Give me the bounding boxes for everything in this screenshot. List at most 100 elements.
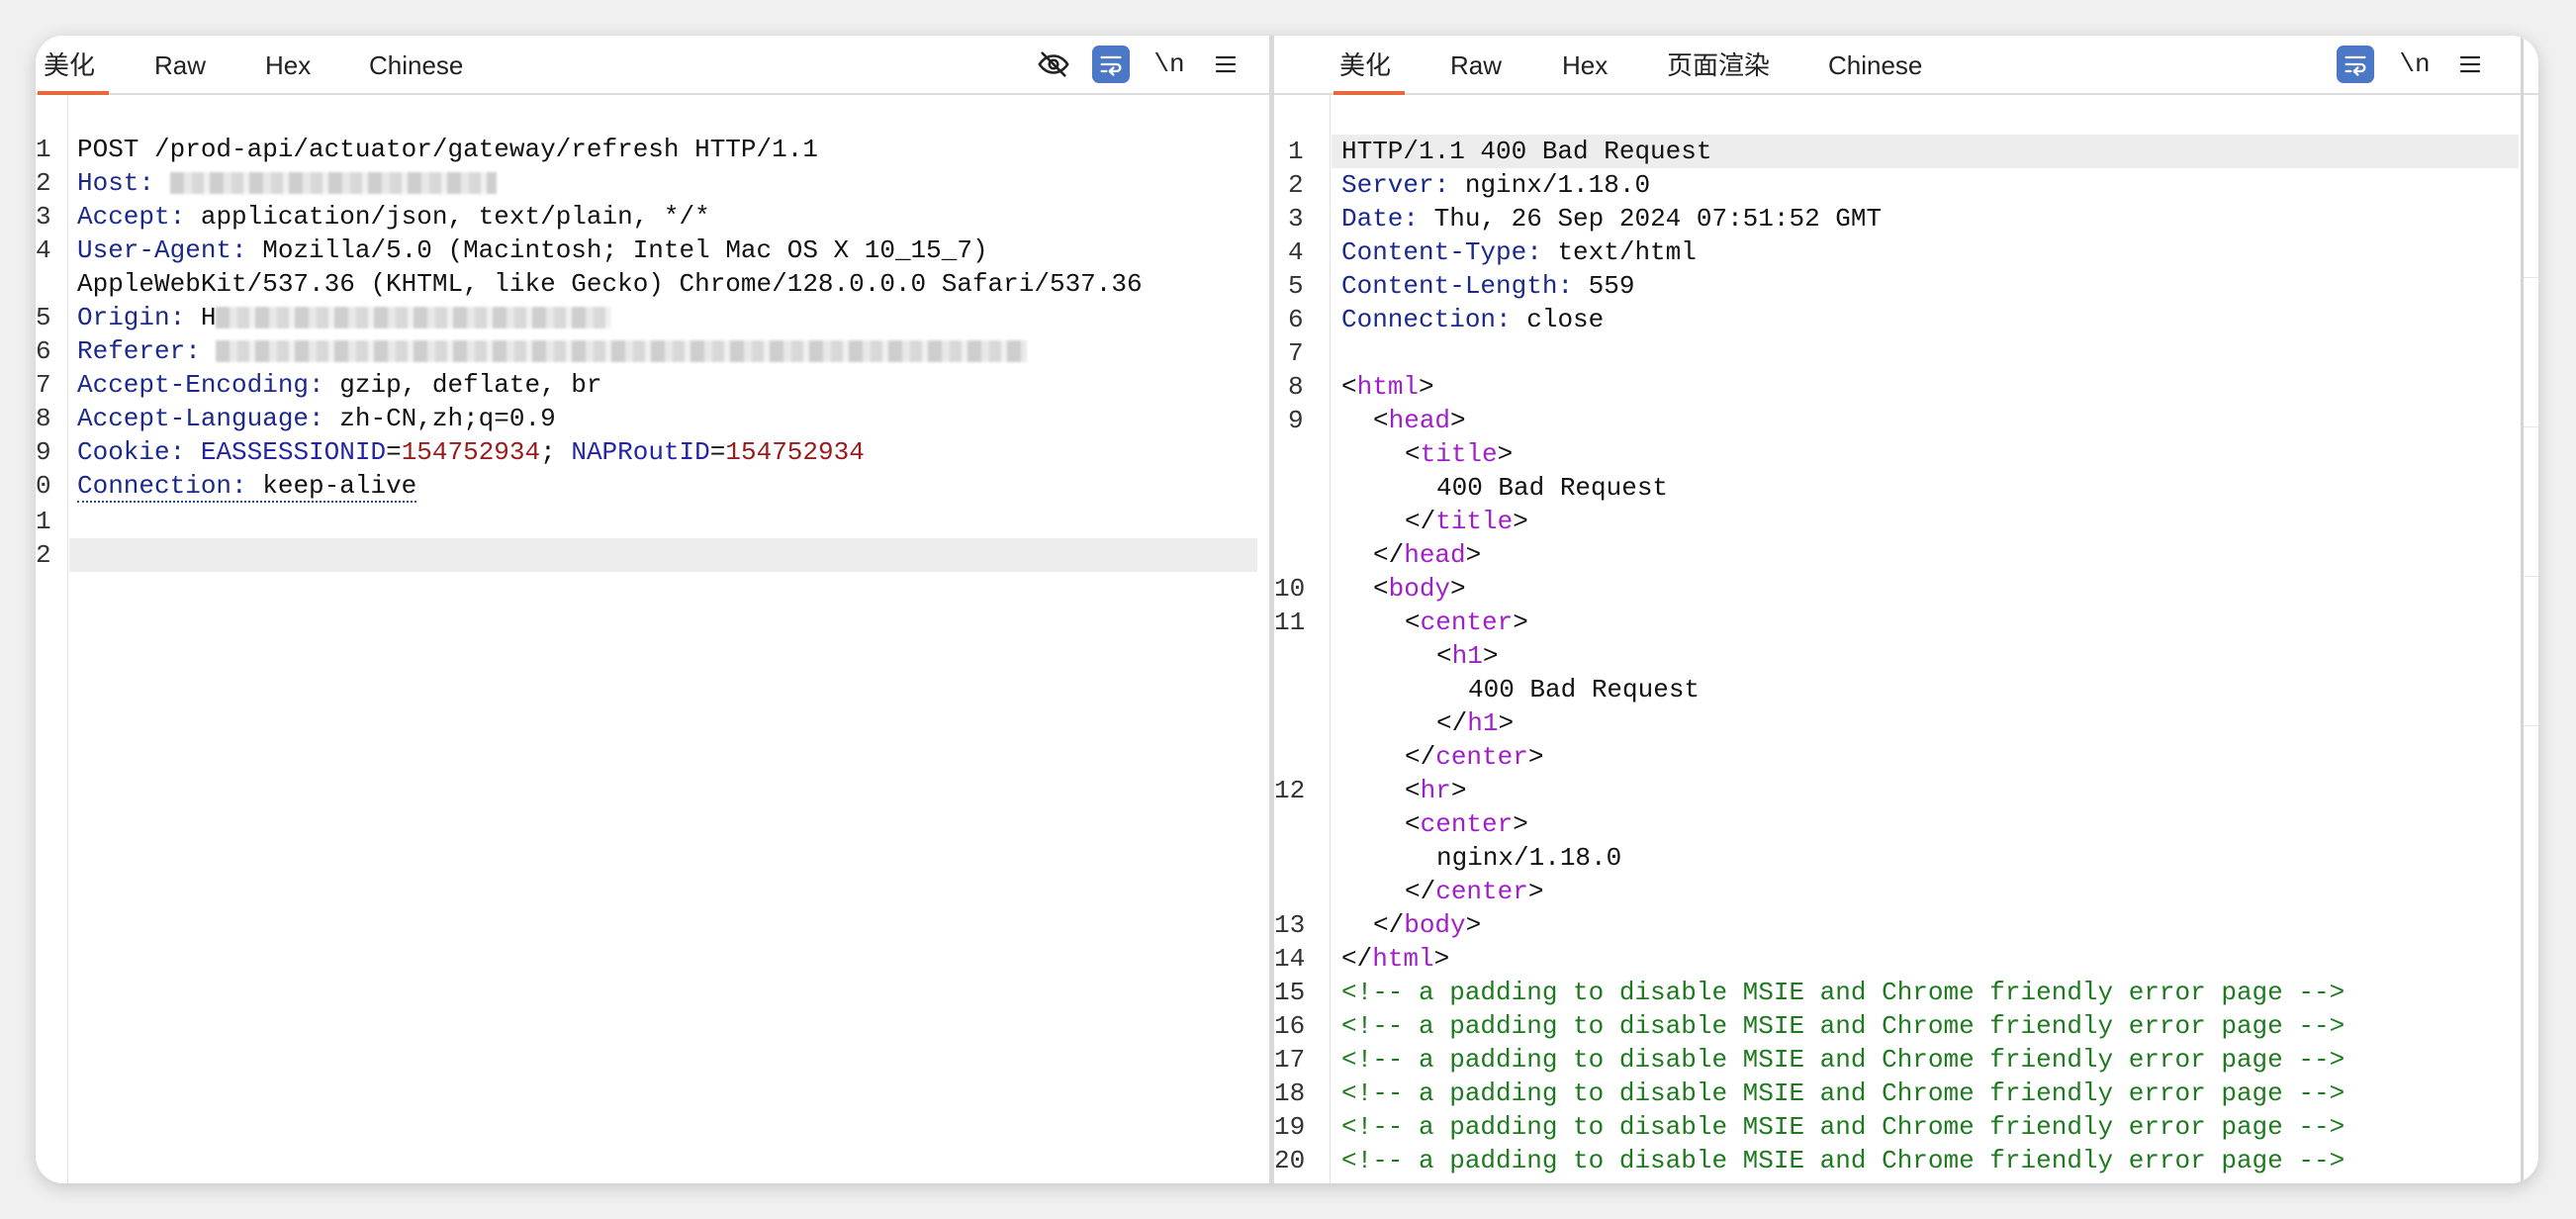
header-user-agent: User-Agent: Mozilla/5.0 (Macintosh; Inte…: [77, 235, 988, 265]
header-content-type: Content-Type: text/html: [1341, 237, 1697, 267]
line-number: 6: [1288, 305, 1304, 334]
padding-comment: <!-- a padding to disable MSIE and Chrom…: [1341, 1112, 2346, 1142]
tag-name: head: [1388, 406, 1451, 435]
header-key: Content-Length: [1341, 271, 1558, 301]
header-value: 559: [1573, 271, 1635, 301]
header-value: close: [1511, 305, 1605, 334]
tag-name: center: [1420, 608, 1514, 637]
newline-toggle-button[interactable]: \n: [1150, 46, 1188, 83]
title-open: <title>: [1405, 439, 1514, 469]
header-accept-language: Accept-Language: zh-CN,zh;q=0.9: [77, 404, 556, 433]
center-open: <center>: [1405, 608, 1528, 637]
header-date: Date: Thu, 26 Sep 2024 07:51:52 GMT: [1341, 204, 1883, 234]
body-open: <body>: [1373, 574, 1466, 604]
header-key: Content-Type: [1341, 237, 1527, 267]
wrap-lines-icon[interactable]: [2337, 46, 2374, 83]
line-number: 11: [1274, 608, 1306, 637]
request-code: POST /prod-api/actuator/gateway/refresh …: [69, 95, 1269, 1183]
html-open: <html>: [1341, 372, 1434, 402]
request-tabbar: 美化 Raw Hex Chinese \n: [36, 36, 1269, 95]
header-key: Referer: [77, 336, 186, 366]
header-value: AppleWebKit/537.36 (KHTML, like Gecko) C…: [77, 269, 1143, 299]
cookie-name: NAPRoutID: [571, 437, 710, 467]
line-number: 3: [1288, 204, 1304, 234]
newline-toggle-button[interactable]: \n: [2396, 46, 2434, 83]
cookie-name: EASSESSIONID: [200, 437, 387, 467]
title-close: </title>: [1405, 507, 1528, 536]
tag-name: h1: [1467, 708, 1499, 738]
header-host: Host:: [77, 166, 1269, 200]
tab-render[interactable]: 页面渲染: [1667, 36, 1770, 93]
line-number: 1: [1288, 137, 1304, 166]
cookie-value: 154752934: [725, 437, 865, 467]
response-editor[interactable]: 1 2 3 4 5 6 7 8 9 10 11 12 13 14 15 16 1…: [1274, 95, 2538, 1183]
header-key: Server: [1341, 170, 1434, 200]
tab-pretty[interactable]: 美化: [1333, 36, 1406, 95]
header-user-agent-cont: AppleWebKit/537.36 (KHTML, like Gecko) C…: [77, 267, 1269, 301]
header-key: User-Agent: [77, 235, 232, 265]
tab-raw[interactable]: Raw: [1450, 36, 1502, 93]
tag-name: center: [1420, 809, 1514, 839]
tag-name: h1: [1451, 641, 1483, 671]
h1-open: <h1>: [1436, 641, 1499, 671]
tab-chinese[interactable]: Chinese: [1828, 36, 1922, 93]
header-value: nginx/1.18.0: [1449, 170, 1651, 200]
menu-icon[interactable]: [2451, 46, 2489, 83]
header-accept: Accept: application/json, text/plain, */…: [77, 202, 710, 232]
center-close-2: </center>: [1405, 877, 1544, 906]
line-number: 2: [36, 540, 51, 570]
side-panel-edge: [2524, 129, 2538, 1183]
body-close: </body>: [1373, 910, 1482, 940]
line-number: 7: [1288, 338, 1304, 368]
tab-hex[interactable]: Hex: [265, 36, 311, 93]
header-connection: Connection: close: [1341, 305, 1605, 334]
redacted-value: [169, 172, 497, 195]
tab-chinese[interactable]: Chinese: [369, 36, 463, 93]
header-value: Thu, 26 Sep 2024 07:51:52 GMT: [1419, 204, 1883, 234]
header-key: Connection: [1341, 305, 1497, 334]
header-key: Date: [1341, 204, 1404, 234]
line-number: 18: [1274, 1078, 1306, 1108]
tab-raw[interactable]: Raw: [154, 36, 206, 93]
menu-icon[interactable]: [1207, 46, 1244, 83]
tab-hex[interactable]: Hex: [1562, 36, 1608, 93]
header-origin: Origin: H: [77, 301, 1269, 334]
tag-name: head: [1404, 540, 1466, 570]
header-key: Cookie: [77, 437, 170, 467]
line-number: 2: [1288, 170, 1304, 200]
line-number: 9: [36, 437, 51, 467]
wrap-lines-icon[interactable]: [1092, 46, 1130, 83]
padding-comment: <!-- a padding to disable MSIE and Chrom…: [1341, 978, 2346, 1007]
header-key: Accept-Encoding: [77, 370, 310, 400]
header-key: Connection: [77, 471, 232, 501]
response-tabbar: 美化 Raw Hex 页面渲染 Chinese \n: [1274, 36, 2538, 95]
h1-content: 400 Bad Request: [1468, 675, 1701, 704]
tag-name: title: [1435, 507, 1514, 536]
request-line: POST /prod-api/actuator/gateway/refresh …: [77, 133, 1269, 166]
header-value: application/json, text/plain, */*: [185, 202, 710, 232]
h1-text: 400 Bad Request: [1468, 673, 2538, 706]
html-close: </html>: [1341, 944, 1450, 974]
header-key: Origin: [77, 303, 170, 332]
eye-off-icon[interactable]: [1035, 46, 1072, 83]
line-number: 4: [1288, 237, 1304, 267]
request-editor[interactable]: 1 2 3 4 5 6 7 8 9 0 1 2 POST /prod-api/a…: [36, 95, 1269, 1183]
title-content: 400 Bad Request: [1436, 473, 1669, 503]
header-value: H: [185, 303, 217, 332]
line-number: 15: [1274, 978, 1306, 1007]
line-number: 8: [36, 404, 51, 433]
line-number: 5: [1288, 271, 1304, 301]
center-close: </center>: [1405, 742, 1544, 772]
line-number: 14: [1274, 944, 1306, 974]
line-number: 10: [1274, 574, 1306, 604]
line-number: 0: [36, 471, 51, 501]
center-open-2: <center>: [1405, 809, 1528, 839]
header-accept-encoding: Accept-Encoding: gzip, deflate, br: [77, 370, 602, 400]
tag-name: body: [1404, 910, 1466, 940]
header-key: Host: [77, 168, 139, 198]
cookie-value: 154752934: [401, 437, 541, 467]
tab-pretty[interactable]: 美化: [37, 36, 110, 95]
line-number: 7: [36, 370, 51, 400]
padding-comment: <!-- a padding to disable MSIE and Chrom…: [1341, 1045, 2346, 1075]
head-close: </head>: [1373, 540, 1482, 570]
